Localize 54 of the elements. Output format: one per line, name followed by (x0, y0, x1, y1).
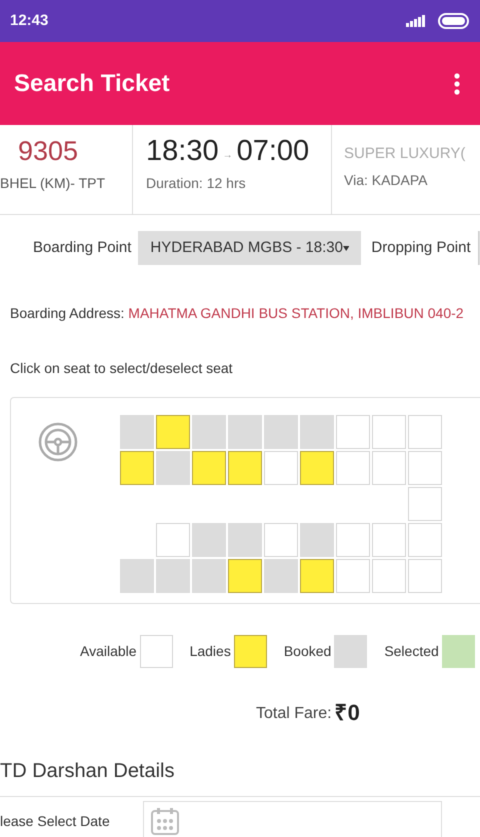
legend-label: Ladies (190, 642, 231, 660)
battery-icon (438, 13, 470, 29)
calendar-icon (151, 807, 179, 835)
app-title: Search Ticket (14, 68, 170, 98)
seat[interactable] (264, 523, 298, 557)
route-text: BHEL (KM)- TPT (0, 174, 106, 193)
seat[interactable] (228, 451, 262, 485)
seat[interactable] (336, 523, 370, 557)
dropdown-caret-icon (342, 244, 350, 252)
seat[interactable] (372, 559, 406, 593)
seat[interactable] (372, 451, 406, 485)
boarding-dropdown[interactable]: HYDERABAD MGBS - 18:30 (138, 231, 362, 265)
seat[interactable] (300, 451, 334, 485)
duration-text: Duration: 12 hrs (146, 174, 247, 193)
boarding-label: Boarding Point (33, 238, 132, 258)
address-value: MAHATMA GANDHI BUS STATION, IMBLIBUN 040-2 (128, 305, 464, 321)
status-time: 12:43 (10, 10, 48, 31)
seat[interactable] (408, 523, 442, 557)
legend-label: Available (80, 642, 137, 660)
arrow-text: → (222, 149, 233, 163)
seat[interactable] (336, 559, 370, 593)
arrival-time: 07:00 (236, 134, 310, 169)
total-fare-label: Total Fare: (256, 704, 332, 724)
legend-label: Booked (284, 642, 332, 660)
date-field[interactable] (143, 801, 442, 837)
departure-time: 18:30 (146, 134, 219, 169)
seat[interactable] (192, 451, 226, 485)
seat[interactable] (264, 451, 298, 485)
service-number: 9305 (18, 135, 80, 168)
seat[interactable] (156, 523, 190, 557)
via-text: Via: KADAPA (344, 170, 429, 190)
seat[interactable] (372, 415, 406, 449)
seat[interactable] (408, 487, 442, 521)
seat[interactable] (228, 559, 262, 593)
seat[interactable] (408, 559, 442, 593)
more-menu-icon[interactable] (454, 72, 460, 94)
seat[interactable] (120, 451, 154, 485)
seat[interactable] (156, 415, 190, 449)
seat[interactable] (408, 415, 442, 449)
instruction-text: Click on seat to select/deselect seat (10, 360, 233, 376)
legend-label: Selected (384, 642, 439, 660)
seat[interactable] (372, 523, 406, 557)
date-label: lease Select Date (0, 812, 111, 830)
address-label: Boarding Address: (10, 305, 124, 321)
signal-icon (406, 15, 426, 27)
dropping-label: Dropping Point (371, 238, 471, 258)
section-title: TD Darshan Details (0, 760, 175, 782)
total-fare-amount: ₹0 (334, 700, 360, 726)
bus-type: SUPER LUXURY( (344, 144, 466, 164)
steering-wheel-icon (38, 422, 78, 462)
seat[interactable] (336, 415, 370, 449)
seat[interactable] (336, 451, 370, 485)
seat[interactable] (300, 559, 334, 593)
seat[interactable] (408, 451, 442, 485)
